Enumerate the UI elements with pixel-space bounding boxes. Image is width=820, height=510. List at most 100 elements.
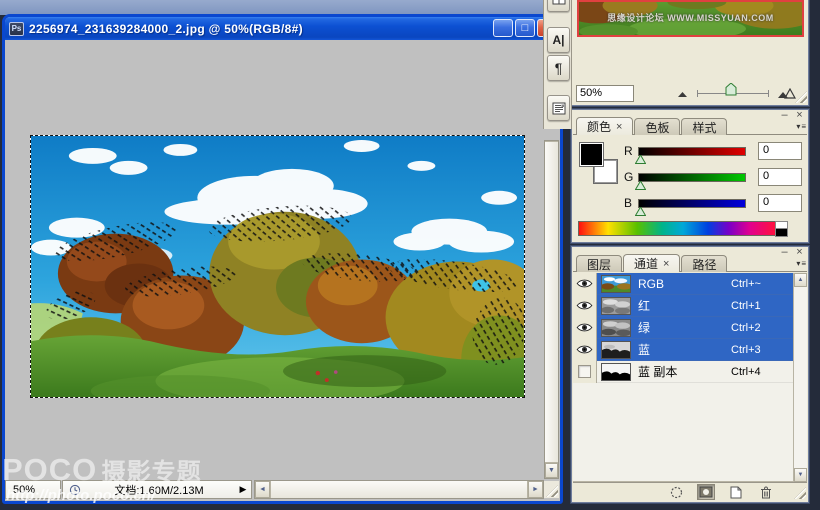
red-slider-track[interactable] (635, 146, 746, 164)
spectrum-end-swatches (775, 221, 788, 237)
channel-name: 蓝 副本 (638, 365, 678, 379)
scroll-left-arrow[interactable]: ◄ (255, 481, 270, 498)
blue-slider-track[interactable] (635, 198, 746, 216)
visibility-cell[interactable] (573, 338, 597, 361)
status-expand-button[interactable]: ▶ (235, 482, 251, 497)
minimize-icon: _ (499, 25, 507, 38)
visibility-cell[interactable] (573, 316, 597, 339)
channel-row-green[interactable]: 绿 Ctrl+2 (573, 316, 793, 339)
channel-row-rgb[interactable]: RGB Ctrl+~ (573, 272, 793, 295)
channel-scroll-down[interactable]: ▼ (794, 468, 807, 482)
blue-value-field[interactable]: 0 (758, 194, 802, 212)
landscape-image (31, 136, 524, 397)
document-titlebar[interactable]: Ps 2256974_231639284000_2.jpg @ 50%(RGB/… (5, 17, 560, 40)
channel-row-blue[interactable]: 蓝 Ctrl+3 (573, 338, 793, 361)
save-selection-as-channel-button[interactable] (697, 484, 715, 500)
channel-thumbnail-blue-copy (601, 362, 631, 381)
canvas-workspace: 50% 文档:1.60M/2.13M ▶ ◄ ► ▼ (5, 40, 560, 501)
panel-minimize-button[interactable]: – (779, 110, 790, 121)
character-panel-button[interactable]: A| (547, 27, 570, 53)
tab-channels-close-icon[interactable]: × (663, 258, 669, 270)
new-channel-button[interactable] (727, 484, 745, 500)
minimize-button[interactable]: _ (493, 19, 513, 37)
navigator-zoom-field[interactable]: 50% (576, 84, 634, 102)
visibility-cell[interactable] (573, 294, 597, 317)
vscroll-thumb[interactable] (545, 141, 558, 463)
image-canvas[interactable] (30, 135, 525, 398)
channels-minimize-button[interactable]: – (779, 247, 790, 258)
navigator-zoom-slider[interactable] (697, 82, 769, 97)
scroll-right-arrow[interactable]: ► (528, 481, 543, 498)
tab-channels[interactable]: 通道 × (623, 254, 681, 272)
palette-well-icon (552, 0, 565, 5)
zoom-out-mountain-icon[interactable] (676, 89, 689, 98)
tab-color[interactable]: 颜色 × (576, 117, 634, 135)
foreground-color-swatch[interactable] (579, 142, 604, 167)
tab-paths-label: 路径 (692, 257, 717, 272)
thumbnail-watermark-en: WWW.MISSYUAN.COM (667, 13, 774, 23)
channel-thumbnail-blue (601, 340, 631, 359)
scroll-down-arrow[interactable]: ▼ (545, 463, 558, 478)
channels-close-button[interactable]: × (794, 247, 805, 258)
channel-row-red[interactable]: 红 Ctrl+1 (573, 294, 793, 317)
navigator-thumbnail[interactable]: 思缘设计论坛 WWW.MISSYUAN.COM (577, 0, 804, 37)
maximize-button[interactable]: □ (515, 19, 535, 37)
paragraph-panel-icon: ¶ (554, 60, 563, 76)
info-panel-button[interactable] (547, 95, 570, 121)
navigator-zoom-value: 50% (580, 86, 603, 99)
channels-menu-arrow-icon: ▾ (796, 259, 801, 268)
green-slider-track[interactable] (635, 172, 746, 190)
channel-thumbnail-rgb (601, 274, 631, 293)
tab-styles[interactable]: 样式 (681, 118, 728, 135)
tab-close-icon[interactable]: × (616, 121, 622, 133)
channels-resize-grip[interactable] (794, 487, 806, 499)
panel-menu-button[interactable]: ▾ ≡ (796, 122, 806, 131)
navigator-panel: 思缘设计论坛 WWW.MISSYUAN.COM 50% (571, 0, 809, 106)
white-swatch[interactable] (775, 221, 788, 229)
blue-value: 0 (763, 196, 770, 208)
green-slider-row: G 0 (624, 167, 802, 190)
scroll-left-icon: ◄ (259, 486, 266, 493)
blue-slider-thumb[interactable] (635, 206, 646, 216)
red-slider-thumb[interactable] (635, 154, 646, 164)
color-spectrum-ramp[interactable] (578, 221, 788, 237)
green-value-field[interactable]: 0 (758, 168, 802, 186)
blue-slider-row: B 0 (624, 193, 802, 216)
eye-empty-box (578, 365, 591, 378)
horizontal-scrollbar[interactable]: ◄ ► (254, 480, 544, 499)
green-slider-thumb[interactable] (635, 180, 646, 190)
hscroll-thumb[interactable] (270, 481, 528, 498)
channels-menu-button[interactable]: ▾ ≡ (796, 259, 806, 268)
load-selection-button[interactable] (667, 484, 685, 500)
red-value-field[interactable]: 0 (758, 142, 802, 160)
tab-paths[interactable]: 路径 (681, 255, 728, 272)
navigator-resize-grip[interactable] (795, 91, 807, 103)
black-swatch[interactable] (775, 229, 788, 237)
trash-icon (761, 485, 771, 498)
color-panel-tabs: 颜色 × 色板 样式 (576, 117, 728, 135)
channel-row-blue-copy[interactable]: 蓝 副本 Ctrl+4 (573, 360, 793, 383)
scroll-down-icon: ▼ (548, 467, 555, 474)
visibility-cell[interactable] (573, 360, 597, 383)
channel-list: RGB Ctrl+~ 红 Ctrl+1 绿 Ctrl+2 蓝 Ctrl+3 蓝 … (573, 272, 793, 482)
vertical-scrollbar[interactable]: ▼ (544, 140, 559, 479)
zoom-slider-thumb[interactable] (725, 82, 737, 96)
zoom-level-field[interactable]: 50% (5, 480, 61, 499)
channel-name: 绿 (638, 321, 651, 335)
channel-scroll-up[interactable]: ▲ (794, 273, 807, 287)
tab-swatches[interactable]: 色板 (634, 118, 681, 135)
paragraph-panel-button[interactable]: ¶ (547, 55, 570, 81)
palette-button-clipped[interactable] (547, 0, 570, 12)
visibility-cell[interactable] (573, 272, 597, 295)
panel-close-button[interactable]: × (794, 110, 805, 121)
thumbnail-watermark-cn: 思缘设计论坛 (607, 13, 665, 23)
tab-swatches-label: 色板 (645, 120, 670, 135)
zoom-in-mountains-icon[interactable] (777, 87, 796, 99)
delete-channel-button[interactable] (757, 484, 775, 500)
channels-menu-lines-icon: ≡ (801, 259, 806, 268)
channel-list-scrollbar[interactable]: ▲ ▼ (793, 273, 807, 482)
tab-layers[interactable]: 图层 (576, 255, 623, 272)
channel-shortcut: Ctrl+1 (731, 299, 761, 312)
eye-icon (576, 323, 593, 332)
window-resize-grip[interactable] (544, 481, 559, 498)
